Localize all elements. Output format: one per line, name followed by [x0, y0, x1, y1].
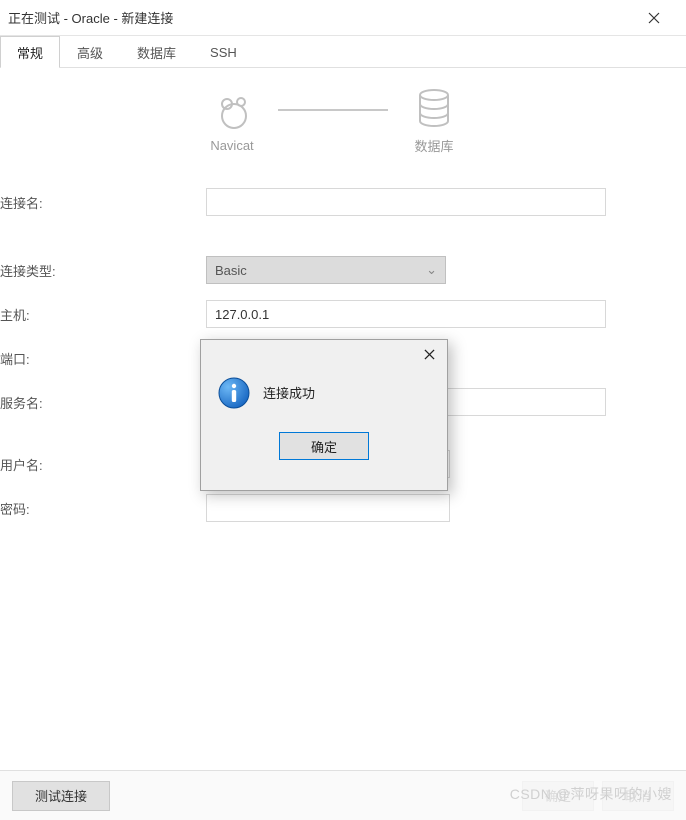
port-label: 端口: [0, 349, 206, 368]
diagram-database-label: 数据库 [414, 136, 453, 155]
window-titlebar: 正在测试 - Oracle - 新建连接 [0, 0, 686, 36]
connection-type-select[interactable]: Basic ⌄ [206, 256, 446, 284]
button-label: 测试连接 [35, 789, 87, 804]
dialog-ok-button[interactable]: 确定 [279, 432, 369, 460]
dialog-titlebar [201, 340, 447, 368]
button-label: 取消 [625, 789, 651, 804]
connection-name-input[interactable] [206, 188, 606, 216]
dialog-body: 连接成功 [201, 368, 447, 410]
diagram-navicat: Navicat [210, 88, 254, 153]
tab-bar: 常规 高级 数据库 SSH [0, 36, 686, 68]
dialog-footer: 测试连接 确定 取消 [0, 770, 686, 820]
host-input[interactable] [206, 300, 606, 328]
dialog-message: 连接成功 [263, 376, 315, 402]
service-name-label: 服务名: [0, 393, 206, 412]
cancel-button[interactable]: 取消 [602, 781, 674, 811]
tab-label: 常规 [17, 43, 43, 62]
tab-label: SSH [210, 45, 237, 60]
close-icon [648, 12, 660, 24]
tab-ssh[interactable]: SSH [193, 36, 254, 67]
host-label: 主机: [0, 305, 206, 324]
password-input[interactable] [206, 494, 450, 522]
password-label: 密码: [0, 499, 206, 518]
database-icon [412, 86, 456, 130]
button-label: 确定 [545, 789, 571, 804]
dialog-footer-inner: 确定 [201, 432, 447, 460]
connection-diagram: Navicat 数据库 [0, 86, 666, 155]
navicat-icon [210, 88, 254, 132]
message-dialog: 连接成功 确定 [200, 339, 448, 491]
username-label: 用户名: [0, 455, 206, 474]
connection-type-label: 连接类型: [0, 261, 206, 280]
close-icon [424, 349, 435, 360]
tab-label: 数据库 [137, 43, 176, 62]
ok-button[interactable]: 确定 [522, 781, 594, 811]
tab-label: 高级 [77, 43, 103, 62]
chevron-down-icon: ⌄ [426, 262, 437, 278]
button-label: 确定 [311, 440, 337, 455]
tab-advanced[interactable]: 高级 [60, 36, 120, 67]
window-title: 正在测试 - Oracle - 新建连接 [8, 8, 634, 27]
connection-type-value: Basic [215, 263, 247, 278]
connection-name-label: 连接名: [0, 193, 206, 212]
dialog-close-button[interactable] [411, 340, 447, 368]
info-icon [217, 376, 251, 410]
tab-general[interactable]: 常规 [0, 36, 60, 67]
window-close-button[interactable] [634, 0, 674, 36]
diagram-navicat-label: Navicat [210, 138, 253, 153]
diagram-database: 数据库 [412, 86, 456, 155]
test-connection-button[interactable]: 测试连接 [12, 781, 110, 811]
tab-database[interactable]: 数据库 [120, 36, 193, 67]
diagram-connector [278, 109, 388, 111]
